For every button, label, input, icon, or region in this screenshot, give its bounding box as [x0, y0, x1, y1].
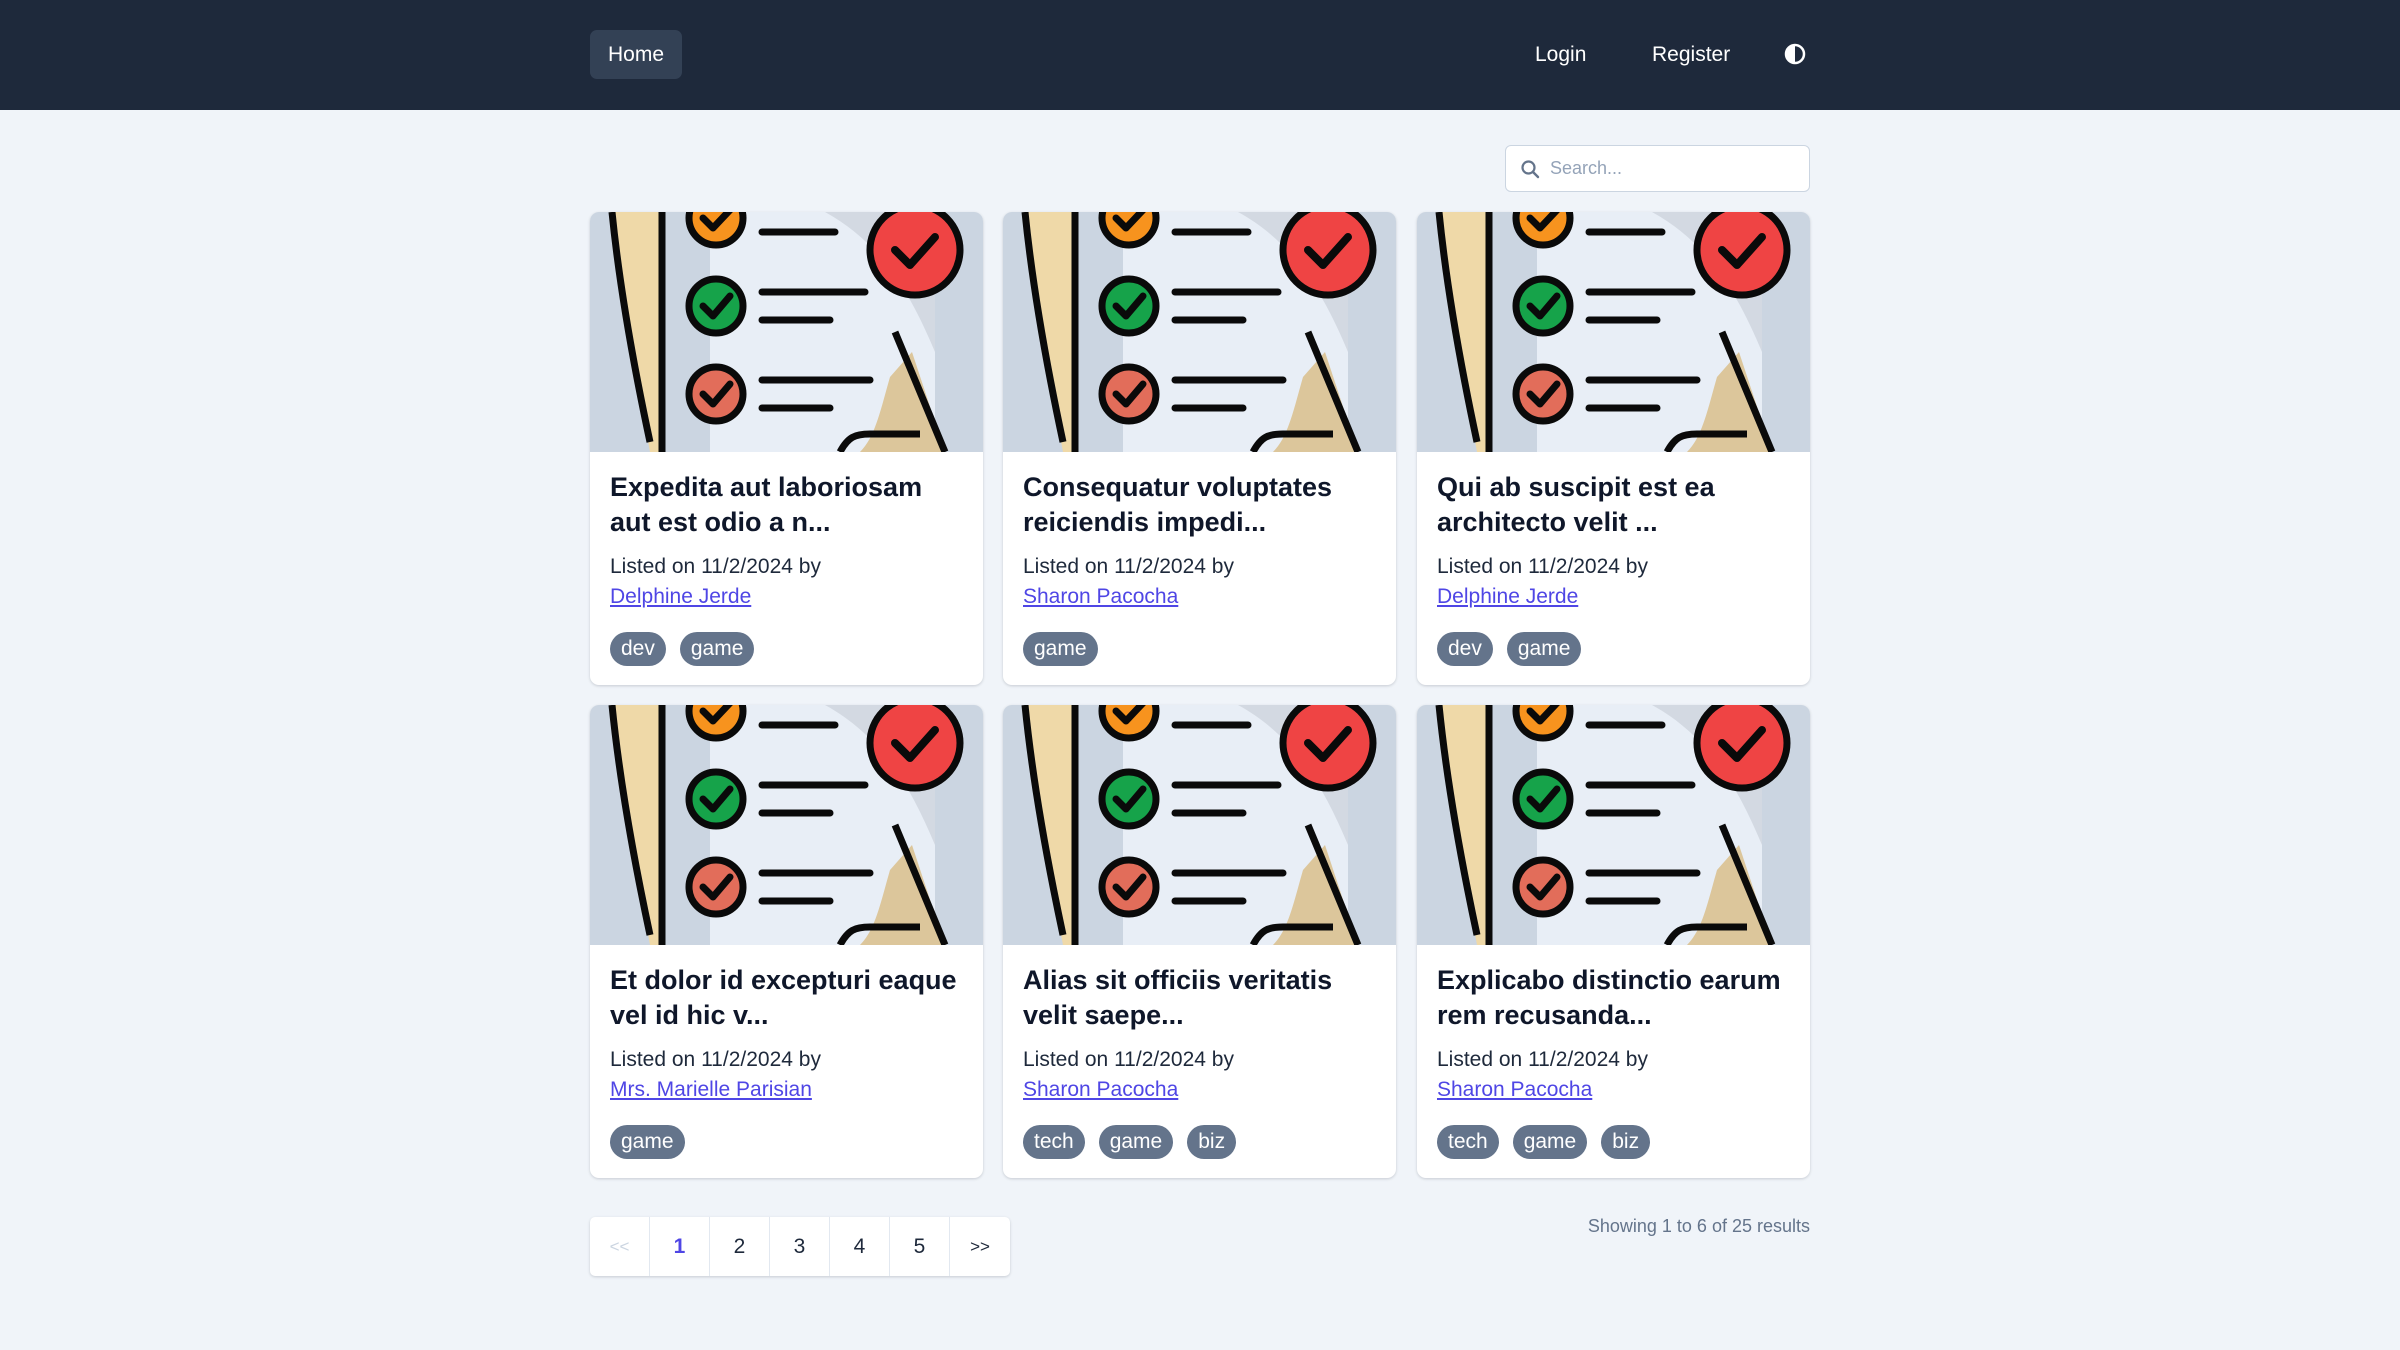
card-meta: Listed on 11/2/2024 by Sharon Pacocha — [1023, 552, 1383, 612]
search-box[interactable] — [1505, 145, 1810, 192]
listing-card[interactable]: Qui ab suscipit est ea architecto velit … — [1417, 212, 1810, 685]
listing-card[interactable]: Explicabo distinctio earum rem recusanda… — [1417, 705, 1810, 1178]
card-title[interactable]: Alias sit officiis veritatis velit saepe… — [1023, 963, 1383, 1033]
tag-badge[interactable]: dev — [1437, 632, 1493, 666]
card-meta: Listed on 11/2/2024 by Delphine Jerde — [610, 552, 970, 612]
author-link[interactable]: Delphine Jerde — [610, 582, 751, 612]
tag-badge[interactable]: game — [1512, 1125, 1588, 1159]
listed-date: Listed on 11/2/2024 by — [1437, 1048, 1648, 1071]
tag-badge[interactable]: game — [1023, 632, 1098, 666]
nav-home-button[interactable]: Home — [590, 30, 682, 79]
pagination-page-4[interactable]: 4 — [830, 1217, 890, 1276]
pagination-page-5[interactable]: 5 — [890, 1217, 950, 1276]
checklist-illustration — [1417, 705, 1810, 945]
card-meta: Listed on 11/2/2024 by Sharon Pacocha — [1437, 1045, 1797, 1105]
results-count: Showing 1 to 6 of 25 results — [1587, 1216, 1810, 1236]
listed-date: Listed on 11/2/2024 by — [610, 1048, 821, 1071]
top-navbar: Home Login Register — [0, 0, 2400, 110]
author-link[interactable]: Sharon Pacocha — [1437, 1075, 1592, 1105]
listing-card[interactable]: Expedita aut laboriosam aut est odio a n… — [590, 212, 983, 685]
tag-badge[interactable]: game — [1098, 1125, 1174, 1159]
author-link[interactable]: Delphine Jerde — [1437, 582, 1578, 612]
tag-badge[interactable]: game — [610, 1125, 685, 1159]
tag-badge[interactable]: game — [679, 632, 755, 666]
pagination-page-3[interactable]: 3 — [770, 1217, 830, 1276]
pagination-prev-button[interactable]: << — [590, 1217, 650, 1276]
checklist-illustration — [590, 212, 983, 452]
listing-card[interactable]: Et dolor id excepturi eaque vel id hic v… — [590, 705, 983, 1178]
search-icon — [1521, 160, 1540, 179]
checklist-illustration — [590, 705, 983, 945]
author-link[interactable]: Mrs. Marielle Parisian — [610, 1075, 812, 1105]
listing-card[interactable]: Alias sit officiis veritatis velit saepe… — [1003, 705, 1396, 1178]
listed-date: Listed on 11/2/2024 by — [1023, 555, 1234, 578]
checklist-illustration — [1003, 705, 1396, 945]
pagination-page-2[interactable]: 2 — [710, 1217, 770, 1276]
tag-list: tech game biz — [1023, 1125, 1237, 1159]
tag-badge[interactable]: tech — [1437, 1125, 1499, 1159]
author-link[interactable]: Sharon Pacocha — [1023, 1075, 1178, 1105]
card-title[interactable]: Et dolor id excepturi eaque vel id hic v… — [610, 963, 970, 1033]
tag-badge[interactable]: biz — [1601, 1125, 1651, 1159]
tag-badge[interactable]: tech — [1023, 1125, 1085, 1159]
listed-date: Listed on 11/2/2024 by — [1023, 1048, 1234, 1071]
pagination: << 1 2 3 4 5 >> — [590, 1217, 1010, 1276]
tag-badge[interactable]: game — [1506, 632, 1582, 666]
listing-card[interactable]: Consequatur voluptates reiciendis impedi… — [1003, 212, 1396, 685]
nav-register-link[interactable]: Register — [1652, 30, 1730, 79]
author-link[interactable]: Sharon Pacocha — [1023, 582, 1178, 612]
tag-list: game — [1023, 632, 1098, 666]
card-title[interactable]: Consequatur voluptates reiciendis impedi… — [1023, 470, 1383, 540]
checklist-illustration — [1003, 212, 1396, 452]
card-meta: Listed on 11/2/2024 by Mrs. Marielle Par… — [610, 1045, 970, 1105]
tag-list: dev game — [610, 632, 755, 666]
tag-list: dev game — [1437, 632, 1582, 666]
search-input[interactable] — [1550, 146, 1800, 190]
listed-date: Listed on 11/2/2024 by — [1437, 555, 1648, 578]
tag-list: game — [610, 1125, 685, 1159]
card-title[interactable]: Qui ab suscipit est ea architecto velit … — [1437, 470, 1797, 540]
tag-badge[interactable]: dev — [610, 632, 666, 666]
checklist-illustration — [1417, 212, 1810, 452]
nav-login-link[interactable]: Login — [1535, 30, 1586, 79]
card-title[interactable]: Expedita aut laboriosam aut est odio a n… — [610, 470, 970, 540]
theme-toggle-icon[interactable] — [1784, 43, 1806, 65]
pagination-page-1[interactable]: 1 — [650, 1217, 710, 1276]
card-meta: Listed on 11/2/2024 by Delphine Jerde — [1437, 552, 1797, 612]
tag-list: tech game biz — [1437, 1125, 1651, 1159]
card-title[interactable]: Explicabo distinctio earum rem recusanda… — [1437, 963, 1797, 1033]
tag-badge[interactable]: biz — [1187, 1125, 1237, 1159]
listed-date: Listed on 11/2/2024 by — [610, 555, 821, 578]
pagination-next-button[interactable]: >> — [950, 1217, 1010, 1276]
listing-grid: Expedita aut laboriosam aut est odio a n… — [590, 212, 1810, 1178]
card-meta: Listed on 11/2/2024 by Sharon Pacocha — [1023, 1045, 1383, 1105]
